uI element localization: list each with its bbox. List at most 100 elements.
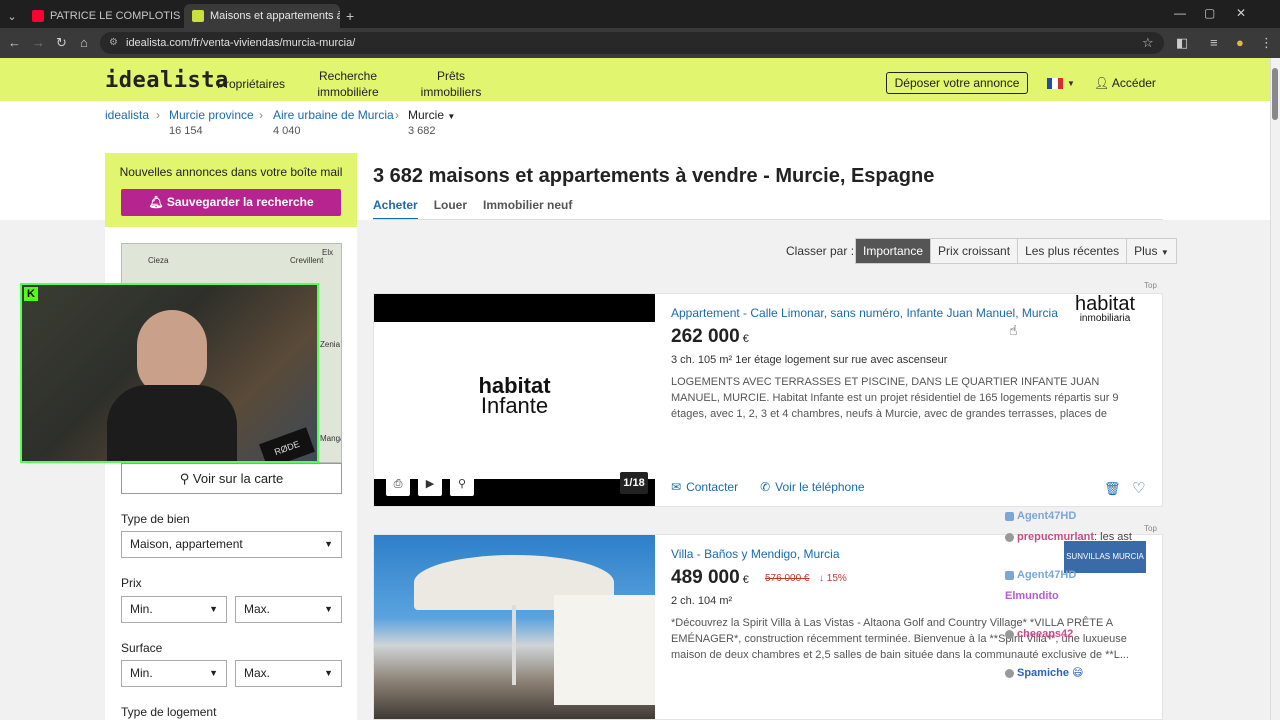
sort-importance[interactable]: Importance: [856, 239, 931, 263]
new-tab-button[interactable]: +: [342, 4, 362, 28]
chat-message: : les ast: [1094, 531, 1132, 543]
profile-avatar-icon[interactable]: ●: [1236, 35, 1244, 50]
tab-louer[interactable]: Louer: [434, 198, 467, 220]
email-alert-promo: Nouvelles annonces dans votre boîte mail…: [105, 153, 357, 227]
currency: €: [742, 333, 749, 345]
old-price: 576 000 €: [765, 573, 810, 584]
reload-icon[interactable]: ↻: [56, 35, 67, 51]
bookmark-icon[interactable]: ⎙: [386, 472, 410, 496]
forward-icon[interactable]: →: [32, 35, 45, 50]
chat-line: prepucmurlant: les ast: [1005, 531, 1132, 543]
french-flag-icon[interactable]: [1047, 78, 1063, 89]
sort-options: Importance Prix croissant Les plus récen…: [855, 238, 1177, 264]
listing-description[interactable]: LOGEMENTS AVEC TERRASSES ET PISCINE, DAN…: [671, 374, 1141, 422]
agency-logo[interactable]: habitat inmobiliaria: [1064, 293, 1146, 333]
voir-sur-la-carte-button[interactable]: ⚲ Voir sur la carte: [121, 463, 342, 494]
map-label: Cieza: [148, 256, 169, 265]
scrollbar-thumb[interactable]: [1272, 68, 1278, 120]
prix-max-select[interactable]: Max. ▼: [235, 596, 342, 623]
tab-acheter[interactable]: Acheter: [373, 198, 418, 220]
save-search-button[interactable]: 🔔︎ Sauvegarder la recherche: [121, 189, 341, 216]
prix-min-select[interactable]: Min. ▼: [121, 596, 227, 623]
tab-idealista[interactable]: Maisons et appartements à ven ✕: [184, 4, 340, 28]
phone-icon: ✆: [760, 480, 771, 494]
caret-down-icon: ▼: [1160, 248, 1169, 257]
bookmark-star-icon[interactable]: ☆: [1142, 35, 1154, 51]
menu-icon[interactable]: ⋮: [1260, 35, 1273, 51]
breadcrumb-link[interactable]: idealista: [105, 108, 149, 122]
breadcrumb-murcie-province[interactable]: Murcie province 16 154: [169, 108, 254, 137]
surface-min-select[interactable]: Min. ▼: [121, 660, 227, 687]
breadcrumb-idealista[interactable]: idealista: [105, 108, 149, 122]
extensions-icon[interactable]: ◧: [1176, 35, 1188, 51]
badge-icon: [1005, 668, 1014, 678]
video-icon[interactable]: ▶: [418, 472, 442, 496]
chat-user: Agent47HD: [1017, 510, 1077, 522]
chevron-down-icon[interactable]: ▼: [1067, 79, 1075, 88]
nav-proprietaires[interactable]: Propriétaires: [214, 76, 288, 92]
map-pin-icon: ⚲: [179, 471, 193, 486]
back-icon[interactable]: ←: [8, 35, 21, 50]
breadcrumb-link[interactable]: Aire urbaine de Murcia: [273, 108, 394, 122]
close-window-icon[interactable]: ✕: [1236, 6, 1246, 20]
deposer-annonce-button[interactable]: Déposer votre annonce: [886, 72, 1028, 94]
restore-icon[interactable]: ▢: [1204, 6, 1215, 20]
select-value: Min.: [130, 602, 153, 616]
breadcrumb-murcie[interactable]: Murcie ▼ 3 682: [408, 108, 455, 137]
tab-immobilier-neuf[interactable]: Immobilier neuf: [483, 198, 572, 220]
idealista-favicon-icon: [192, 10, 204, 22]
url-field[interactable]: ⚙ idealista.com/fr/venta-viviendas/murci…: [100, 32, 1164, 54]
listing-actions: ✉ Contacter ✆ Voir le téléphone: [671, 480, 887, 494]
prix-label: Prix: [121, 576, 142, 590]
caret-down-icon: ▼: [324, 604, 333, 614]
page-scrollbar[interactable]: [1270, 58, 1280, 720]
sort-plus[interactable]: Plus ▼: [1126, 239, 1176, 263]
sort-prix-croissant[interactable]: Prix croissant: [930, 239, 1018, 263]
map-label: Zenia: [320, 340, 341, 349]
chat-user: Spamiche: [1017, 667, 1069, 679]
site-info-icon[interactable]: ⚙: [109, 32, 118, 54]
media-icon[interactable]: ≡: [1210, 35, 1218, 50]
nav-prets-immobiliers[interactable]: Prêts immobiliers: [412, 68, 490, 100]
agency-name: habitat: [1074, 293, 1136, 315]
save-search-label: Sauvegarder la recherche: [166, 195, 314, 209]
listing-price: 262 000 €: [671, 326, 749, 348]
address-bar-row: ← → ↻ ⌂ ⚙ idealista.com/fr/venta-viviend…: [0, 28, 1280, 58]
breadcrumb-separator: ›: [395, 108, 399, 122]
tab-label: PATRICE LE COMPLOTISTE, 73 A: [50, 10, 180, 22]
minimize-icon[interactable]: —: [1174, 6, 1186, 20]
breadcrumb-aire-urbaine[interactable]: Aire urbaine de Murcia 4 040: [273, 108, 394, 137]
type-de-bien-select[interactable]: Maison, appartement ▼: [121, 531, 342, 558]
photo-umbrella-pole: [512, 605, 516, 685]
idealista-logo[interactable]: idealista: [105, 68, 229, 93]
sort-plus-recentes[interactable]: Les plus récentes: [1017, 239, 1127, 263]
tab-youtube[interactable]: PATRICE LE COMPLOTISTE, 73 A ✕: [24, 4, 180, 28]
surface-max-select[interactable]: Max. ▼: [235, 660, 342, 687]
arrow-down-icon: ↓: [819, 573, 827, 584]
location-pin-icon[interactable]: ⚲: [450, 472, 474, 496]
listing-card[interactable]: habitat Infante ⎙ ▶ ⚲ 1/18 Appartement -…: [373, 293, 1163, 507]
select-value: Min.: [130, 666, 153, 680]
contact-button[interactable]: ✉ Contacter: [671, 480, 738, 494]
breadcrumb-count: 4 040: [273, 125, 301, 137]
currency: €: [742, 574, 749, 586]
surface-label: Surface: [121, 641, 163, 655]
listing-title[interactable]: Villa - Baños y Mendigo, Murcia: [671, 547, 840, 561]
acceder-link[interactable]: 👤︎ Accéder: [1094, 76, 1156, 90]
phone-button[interactable]: ✆ Voir le téléphone: [760, 480, 864, 494]
listing-price: 489 000 €: [671, 567, 749, 589]
chat-line: Agent47HD: [1005, 510, 1076, 522]
acceder-label: Accéder: [1111, 76, 1156, 90]
tab-list-button[interactable]: ⌄: [4, 4, 20, 28]
youtube-icon: [32, 10, 44, 22]
price-drop: ↓ 15%: [819, 573, 847, 584]
sort-plus-label: Plus: [1134, 244, 1158, 258]
breadcrumb-link[interactable]: Murcie province: [169, 108, 254, 122]
listing-title[interactable]: Appartement - Calle Limonar, sans numéro…: [671, 306, 1058, 320]
nav-recherche-immobiliere[interactable]: Recherche immobilière: [308, 68, 388, 100]
caret-down-icon: ▼: [209, 668, 218, 678]
listing-photo[interactable]: habitat Infante ⎙ ▶ ⚲ 1/18: [374, 294, 655, 506]
listing-photo[interactable]: [374, 535, 655, 719]
chat-user: Agent47HD: [1017, 569, 1077, 581]
home-icon[interactable]: ⌂: [80, 35, 88, 50]
